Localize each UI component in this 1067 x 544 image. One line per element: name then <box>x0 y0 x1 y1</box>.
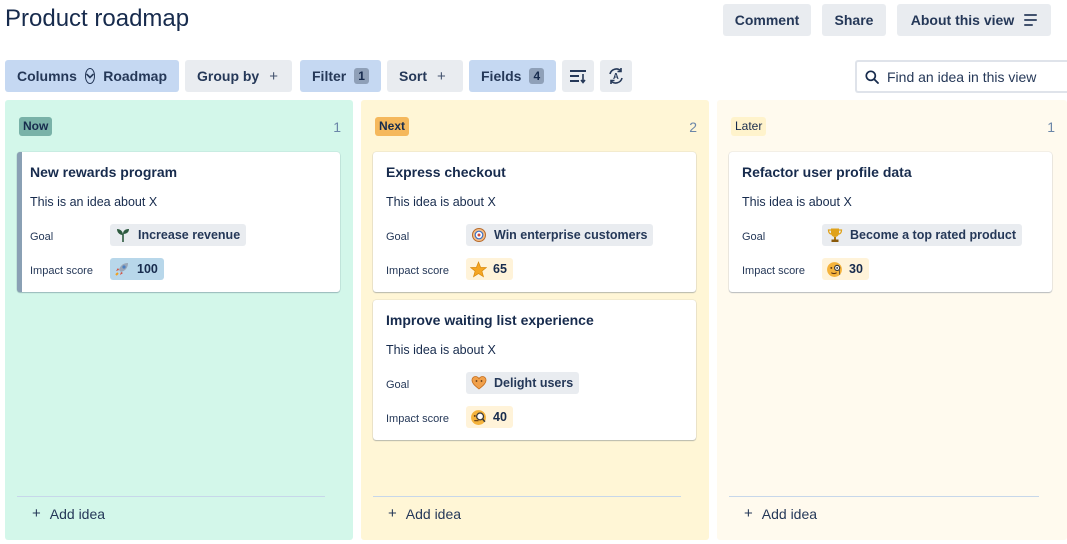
goal-chip[interactable]: Increase revenue <box>110 224 247 246</box>
goal-label: Goal <box>386 379 410 391</box>
idea-title: Improve waiting list experience <box>386 312 594 328</box>
column-label: Now <box>19 117 53 136</box>
menu-lines-icon <box>1024 14 1038 26</box>
idea-description: This is an idea about X <box>30 195 158 209</box>
columns-label: Columns <box>17 68 77 84</box>
auto-arrange-button[interactable]: A <box>600 60 632 92</box>
idea-card[interactable]: Refactor user profile data This idea is … <box>729 152 1052 292</box>
impact-score-label: Impact score <box>742 265 805 277</box>
sort-label: Sort <box>399 68 427 84</box>
filter-button[interactable]: Filter 1 <box>300 60 381 92</box>
impact-score-chip[interactable]: 40 <box>466 406 513 428</box>
goal-name: Increase revenue <box>138 228 241 242</box>
share-button[interactable]: Share <box>822 4 886 36</box>
idea-card[interactable]: Improve waiting list experience This ide… <box>373 300 696 440</box>
impact-score-label: Impact score <box>30 265 93 277</box>
search-input[interactable] <box>887 68 1067 85</box>
add-idea-label: Add idea <box>761 505 818 522</box>
impact-score-chip[interactable]: 65 <box>466 258 513 280</box>
column-divider <box>729 496 1039 497</box>
star-icon <box>469 260 487 278</box>
rocket-icon <box>113 260 131 278</box>
add-idea-button[interactable]: + Add idea <box>744 505 817 522</box>
group-by-label: Group by <box>197 68 260 84</box>
add-idea-label: Add idea <box>49 505 106 522</box>
sort-button[interactable]: Sort + <box>387 60 463 92</box>
impact-score-value: 100 <box>137 262 158 276</box>
row-height-icon <box>570 70 586 84</box>
filter-count-badge: 1 <box>354 68 369 84</box>
fields-label: Fields <box>481 68 522 84</box>
search-icon <box>865 69 879 84</box>
impact-score-label: Impact score <box>386 265 449 277</box>
add-idea-label: Add idea <box>405 505 462 522</box>
column-divider <box>17 496 325 497</box>
idea-title: Express checkout <box>386 164 506 180</box>
column-count: 2 <box>689 119 697 135</box>
target-icon <box>470 226 488 244</box>
fields-count-badge: 4 <box>529 68 545 84</box>
group-by-button[interactable]: Group by + <box>185 60 292 92</box>
search-field[interactable] <box>855 60 1067 93</box>
column-now: Now 1 New rewards program This is an ide… <box>5 100 353 540</box>
columns-value: Roadmap <box>103 68 167 84</box>
goal-name: Win enterprise customers <box>494 228 648 242</box>
impact-score-chip[interactable]: 30 <box>822 258 869 280</box>
impact-score-label: Impact score <box>386 413 449 425</box>
plus-icon: + <box>744 505 753 522</box>
add-idea-button[interactable]: + Add idea <box>388 505 461 522</box>
column-count: 1 <box>333 119 341 135</box>
impact-score-value: 40 <box>493 410 507 424</box>
columns-button[interactable]: Columns Roadmap <box>5 60 179 92</box>
fields-button[interactable]: Fields 4 <box>469 60 556 92</box>
impact-score-chip[interactable]: 100 <box>110 258 164 280</box>
goal-label: Goal <box>742 231 766 243</box>
about-this-view-button[interactable]: About this view <box>897 4 1051 36</box>
goal-chip[interactable]: Win enterprise customers <box>466 224 654 246</box>
refresh-sort-icon: A <box>609 68 623 84</box>
idea-description: This idea is about X <box>386 343 496 357</box>
idea-description: This idea is about X <box>386 195 496 209</box>
add-idea-button[interactable]: + Add idea <box>32 505 105 522</box>
goal-name: Delight users <box>494 376 574 390</box>
idea-title: Refactor user profile data <box>742 164 912 180</box>
column-label: Next <box>375 117 410 136</box>
idea-card[interactable]: Express checkout This idea is about X Go… <box>373 152 696 292</box>
plus-icon: + <box>437 67 446 85</box>
impact-score-value: 30 <box>849 262 863 276</box>
impact-score-value: 65 <box>493 262 507 276</box>
goal-name: Become a top rated product <box>850 228 1016 242</box>
row-height-toggle-button[interactable] <box>562 60 594 92</box>
plus-icon: + <box>388 505 397 522</box>
about-this-view-label: About this view <box>910 12 1015 28</box>
monocle-face-icon <box>825 260 843 278</box>
goal-chip[interactable]: Delight users <box>466 372 580 394</box>
goal-label: Goal <box>30 231 54 243</box>
column-count: 1 <box>1047 119 1055 135</box>
idea-card[interactable]: New rewards program This is an idea abou… <box>17 152 340 292</box>
svg-text:A: A <box>613 72 619 81</box>
trophy-icon <box>826 226 844 244</box>
seedling-icon <box>114 226 132 244</box>
idea-description: This idea is about X <box>742 195 852 209</box>
goal-label: Goal <box>386 231 410 243</box>
heart-icon <box>470 374 488 392</box>
plus-icon: + <box>32 505 41 522</box>
column-later: Later 1 Refactor user profile data This … <box>717 100 1067 540</box>
filter-label: Filter <box>312 68 347 84</box>
comment-button[interactable]: Comment <box>723 4 811 36</box>
column-divider <box>373 496 681 497</box>
chevron-down-circle-icon <box>84 68 96 84</box>
magnifier-face-icon <box>469 408 487 426</box>
page-title: Product roadmap <box>5 5 190 32</box>
column-next: Next 2 Express checkout This idea is abo… <box>361 100 709 540</box>
column-label: Later <box>731 117 767 136</box>
idea-title: New rewards program <box>30 164 178 180</box>
plus-icon: + <box>269 67 278 85</box>
goal-chip[interactable]: Become a top rated product <box>822 224 1022 246</box>
